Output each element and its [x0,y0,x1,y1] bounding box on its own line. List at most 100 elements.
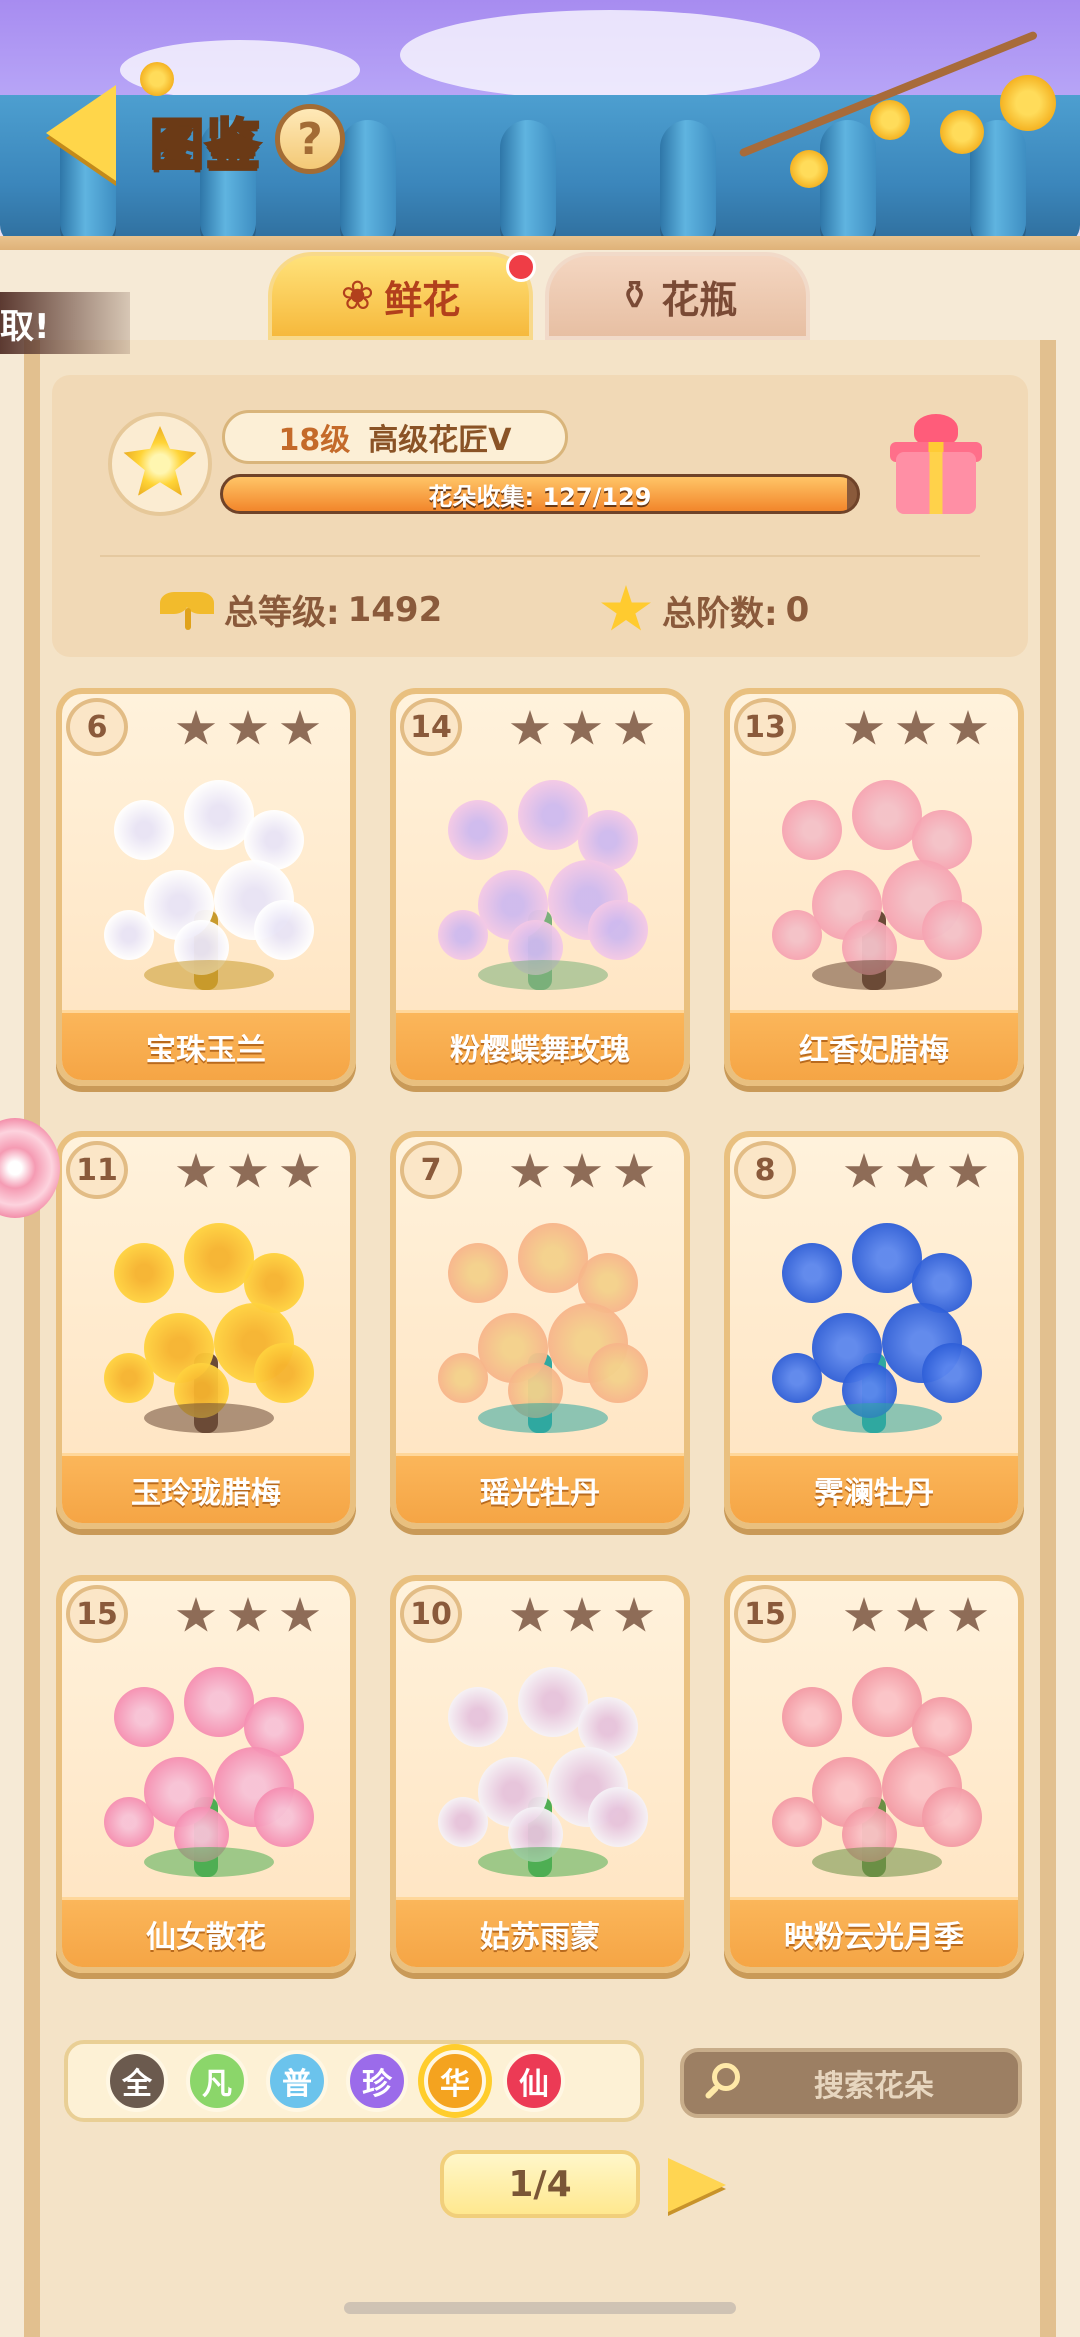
yellow-blossom [140,62,174,96]
card-name: 红香妃腊梅 [730,1010,1018,1080]
next-arrow-icon [668,2158,726,2212]
card-name: 宝珠玉兰 [62,1010,350,1080]
next-page-button[interactable] [654,2150,738,2220]
filter-common[interactable]: 凡 [186,2050,248,2112]
card-name: 瑶光牡丹 [396,1453,684,1523]
total-stage-label: 总阶数: [662,593,778,634]
star-icon [896,1153,936,1188]
card-level: 14 [400,698,462,756]
notification-badge [506,252,536,282]
level-badge [108,412,212,516]
yellow-blossom [1000,75,1056,131]
flower-card[interactable]: 13 红香妃腊梅 [724,688,1024,1086]
filter-all[interactable]: 全 [106,2050,168,2112]
collection-progress-bar: 花朵收集: 127/129 [220,474,860,514]
star-icon [176,710,216,745]
star-icon [562,1597,602,1632]
card-level: 6 [66,698,128,756]
flower-illustration [84,760,328,1000]
star-icon [280,710,320,745]
filter-epic[interactable]: 华 [424,2050,486,2112]
filter-rare[interactable]: 珍 [346,2050,408,2112]
card-name: 仙女散花 [62,1897,350,1967]
page-indicator: 1/4 [440,2150,640,2218]
flower-illustration [752,1203,996,1443]
flower-card[interactable]: 6 宝珠玉兰 [56,688,356,1086]
star-icon [601,585,651,631]
flower-illustration [752,1647,996,1887]
star-icon [948,1597,988,1632]
star-icon [948,710,988,745]
card-stars [844,1153,988,1191]
card-level: 15 [66,1585,128,1643]
card-stars [510,710,654,748]
tab-flowers[interactable]: ❀ 鲜花 [268,252,533,340]
total-level-value: 1492 [347,589,443,630]
divider [100,555,980,557]
flower-card[interactable]: 10 姑苏雨蒙 [390,1575,690,1973]
star-icon [844,1597,884,1632]
total-level-stat: 总等级: 1492 [160,585,442,634]
tab-label: 鲜花 [384,277,461,322]
star-icon [228,1597,268,1632]
player-level: 18级 [278,423,351,458]
flower-card[interactable]: 8 霁澜牡丹 [724,1131,1024,1529]
roof-tile [820,120,876,250]
flower-card[interactable]: 15 映粉云光月季 [724,1575,1024,1973]
page-title: 图鉴 [149,112,262,178]
flower-card[interactable]: 7 瑶光牡丹 [390,1131,690,1529]
flower-card[interactable]: 11 玉玲珑腊梅 [56,1131,356,1529]
home-indicator [344,2302,736,2314]
yellow-blossom [870,100,910,140]
card-level: 13 [734,698,796,756]
flower-card[interactable]: 15 仙女散花 [56,1575,356,1973]
gift-box-icon[interactable] [890,414,982,514]
star-icon [844,1153,884,1188]
card-level: 15 [734,1585,796,1643]
card-level: 8 [734,1141,796,1199]
star-icon [614,1153,654,1188]
star-icon [176,1597,216,1632]
search-placeholder: 搜索花朵 [814,2069,934,2104]
sprout-icon [160,590,216,630]
star-icon [614,1597,654,1632]
card-name: 映粉云光月季 [730,1897,1018,1967]
card-name: 玉玲珑腊梅 [62,1453,350,1523]
star-icon [896,1597,936,1632]
back-button[interactable] [22,78,140,188]
search-icon [704,2063,744,2103]
roof-tile [660,120,716,250]
flower-illustration [418,1203,662,1443]
player-rank: 高级花匠V [368,423,512,458]
roof-edge [0,236,1080,250]
flower-illustration [84,1203,328,1443]
total-stage-stat: 总阶数: 0 [600,585,809,635]
card-name: 粉樱蝶舞玫瑰 [396,1010,684,1080]
flower-card[interactable]: 14 粉樱蝶舞玫瑰 [390,688,690,1086]
star-icon [510,1153,550,1188]
star-icon [844,710,884,745]
card-stars [510,1597,654,1635]
cloud [400,10,820,100]
filter-legendary[interactable]: 仙 [503,2050,565,2112]
card-stars [176,1153,320,1191]
help-button[interactable]: ? [275,104,345,174]
star-icon [896,710,936,745]
star-icon [176,1153,216,1188]
collection-progress-label: 花朵收集: 127/129 [428,482,652,511]
total-stage-value: 0 [785,590,810,630]
vase-icon: ⚱ [617,273,652,319]
filter-normal[interactable]: 普 [266,2050,328,2112]
back-arrow-icon [46,85,116,181]
roof-tile [340,120,396,250]
star-icon [614,710,654,745]
side-banner[interactable]: 取! [0,292,130,354]
card-stars [844,710,988,748]
star-icon [228,1153,268,1188]
yellow-blossom [790,150,828,188]
flower-illustration [84,1647,328,1887]
search-flower-input[interactable]: 搜索花朵 [680,2048,1022,2118]
tab-vases[interactable]: ⚱ 花瓶 [545,252,810,340]
card-level: 7 [400,1141,462,1199]
flower-illustration [418,760,662,1000]
